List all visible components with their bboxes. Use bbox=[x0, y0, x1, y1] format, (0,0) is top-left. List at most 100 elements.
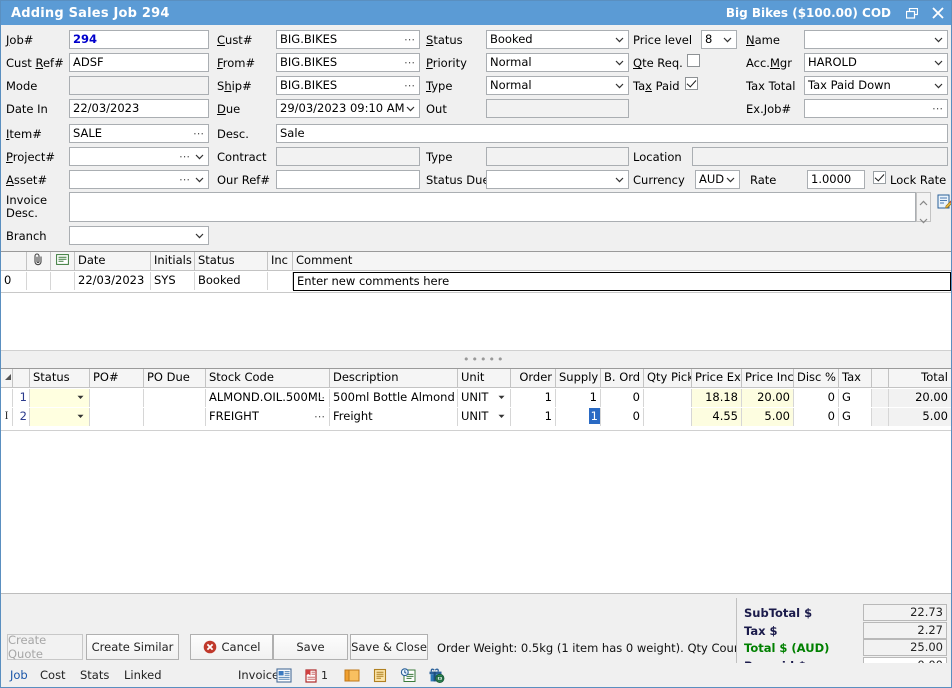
comments-row-comment-input[interactable]: Enter new comments here bbox=[293, 272, 951, 291]
cancel-button[interactable]: Cancel bbox=[190, 634, 273, 660]
items-row-price-ex[interactable]: 4.55 bbox=[692, 408, 742, 426]
items-col-status[interactable]: Status bbox=[30, 369, 90, 387]
ship-number-field[interactable]: BIG.BIKES ⋯ bbox=[276, 76, 420, 95]
edit-note-icon[interactable] bbox=[937, 194, 952, 213]
chevron-down-icon[interactable] bbox=[932, 54, 945, 71]
items-col-disc[interactable]: Disc % bbox=[794, 369, 839, 387]
comments-col-comment[interactable]: Comment bbox=[293, 252, 952, 270]
items-row-price-inc[interactable]: 20.00 bbox=[742, 389, 794, 407]
from-lookup-icon[interactable]: ⋯ bbox=[404, 54, 416, 71]
tab-linked-jobs-quotes[interactable]: Linked Jobs/Quotes bbox=[117, 665, 229, 685]
job-number-field[interactable]: 294 bbox=[69, 30, 209, 49]
items-row-price-inc[interactable]: 5.00 bbox=[742, 408, 794, 426]
due-date-combo[interactable]: 29/03/2023 09:10 AM bbox=[276, 99, 420, 118]
detail-type-field[interactable] bbox=[486, 147, 629, 166]
status-combo[interactable]: Booked bbox=[486, 30, 629, 49]
stock-code-lookup-icon[interactable]: ⋯ bbox=[314, 389, 326, 406]
items-row-supply[interactable]: 1 bbox=[556, 389, 601, 407]
price-level-combo[interactable]: 8 bbox=[701, 30, 737, 49]
items-row-description[interactable]: 500ml Bottle Almond Oil bbox=[330, 389, 458, 407]
splitter-handle-dots[interactable]: ••••• bbox=[463, 353, 505, 366]
items-row-qty-pick[interactable] bbox=[644, 389, 692, 407]
items-row-po[interactable] bbox=[90, 389, 144, 407]
items-col-description[interactable]: Description bbox=[330, 369, 458, 387]
items-col-price-ex[interactable]: Price Ex. bbox=[692, 369, 742, 387]
asset-lookup-icon[interactable]: ⋯ bbox=[179, 171, 191, 188]
project-number-combo[interactable]: ⋯ bbox=[69, 147, 209, 166]
chevron-down-icon[interactable] bbox=[495, 408, 508, 425]
tax-total-combo[interactable]: Tax Paid Down bbox=[804, 76, 948, 95]
location-field[interactable] bbox=[692, 147, 948, 166]
items-row-supply-cell[interactable]: 1 bbox=[556, 408, 601, 426]
tab-stats[interactable]: Stats bbox=[73, 665, 115, 685]
comments-col-status[interactable]: Status bbox=[195, 252, 268, 270]
items-col-supply[interactable]: Supply bbox=[556, 369, 601, 387]
tab-job[interactable]: Job bbox=[3, 665, 31, 685]
tax-paid-checkbox[interactable] bbox=[685, 77, 698, 90]
scroll-up-icon[interactable] bbox=[919, 195, 928, 209]
close-icon[interactable] bbox=[925, 1, 951, 25]
contract-field[interactable] bbox=[276, 147, 420, 166]
items-row-order[interactable]: 1 bbox=[511, 389, 556, 407]
notes-clipboard-icon[interactable] bbox=[367, 664, 393, 686]
items-row-tax[interactable]: G bbox=[839, 408, 872, 426]
select-all-corner-icon[interactable] bbox=[1, 369, 13, 387]
save-button[interactable]: Save bbox=[273, 634, 348, 660]
chevron-down-icon[interactable] bbox=[932, 77, 945, 94]
items-col-qty-pick[interactable]: Qty Pick bbox=[644, 369, 692, 387]
chevron-down-icon[interactable] bbox=[74, 389, 87, 406]
chevron-down-icon[interactable] bbox=[613, 31, 626, 48]
comments-row-initials[interactable]: SYS bbox=[151, 272, 195, 290]
comments-row-note[interactable] bbox=[51, 272, 75, 290]
items-row-po[interactable] bbox=[90, 408, 144, 426]
qte-req-checkbox[interactable] bbox=[687, 54, 700, 67]
date-in-field[interactable]: 22/03/2023 bbox=[69, 99, 209, 118]
ex-job-lookup-icon[interactable]: ⋯ bbox=[932, 100, 944, 117]
save-close-button[interactable]: Save & Close bbox=[350, 634, 428, 660]
project-lookup-icon[interactable]: ⋯ bbox=[179, 148, 191, 165]
items-col-po[interactable]: PO# bbox=[90, 369, 144, 387]
priority-combo[interactable]: Normal bbox=[486, 53, 629, 72]
desc-field[interactable]: Sale bbox=[276, 124, 948, 143]
items-row-status-combo[interactable] bbox=[30, 389, 90, 407]
items-col-price-inc[interactable]: Price Inc. bbox=[742, 369, 794, 387]
items-row-stock-code[interactable]: FREIGHT ⋯ bbox=[206, 408, 330, 426]
chevron-down-icon[interactable] bbox=[74, 408, 87, 425]
lock-rate-checkbox[interactable] bbox=[873, 171, 886, 184]
invoice-desc-textarea[interactable] bbox=[69, 192, 916, 222]
copy-pages-icon[interactable] bbox=[339, 664, 365, 686]
chevron-down-icon[interactable] bbox=[613, 77, 626, 94]
history-document-icon[interactable] bbox=[395, 664, 421, 686]
items-row-unit-combo[interactable]: UNIT bbox=[458, 389, 511, 407]
scroll-down-icon[interactable] bbox=[919, 213, 928, 227]
chevron-down-icon[interactable] bbox=[932, 31, 945, 48]
tab-cost[interactable]: Cost bbox=[33, 665, 71, 685]
report-icon[interactable] bbox=[271, 664, 297, 686]
items-row-disc[interactable]: 0 bbox=[794, 408, 839, 426]
chevron-down-icon[interactable] bbox=[495, 389, 508, 406]
create-similar-button[interactable]: Create Similar bbox=[86, 634, 179, 660]
items-col-po-due[interactable]: PO Due bbox=[144, 369, 206, 387]
payment-gift-icon[interactable] bbox=[423, 664, 449, 686]
acc-mgr-combo[interactable]: HAROLD bbox=[804, 53, 948, 72]
items-col-unit[interactable]: Unit bbox=[458, 369, 511, 387]
items-row-disc[interactable]: 0 bbox=[794, 389, 839, 407]
comments-row-date[interactable]: 22/03/2023 bbox=[75, 272, 151, 290]
items-row-po-due[interactable] bbox=[144, 408, 206, 426]
item-lookup-icon[interactable]: ⋯ bbox=[193, 125, 205, 142]
invoice-desc-scrollbar[interactable] bbox=[916, 192, 931, 222]
chevron-down-icon[interactable] bbox=[193, 171, 206, 188]
chevron-down-icon[interactable] bbox=[193, 227, 206, 244]
items-row-status-combo[interactable] bbox=[30, 408, 90, 426]
stock-code-lookup-icon[interactable]: ⋯ bbox=[314, 408, 326, 425]
items-col-tax[interactable]: Tax bbox=[839, 369, 872, 387]
rate-field[interactable]: 1.0000 bbox=[807, 170, 865, 189]
cust-number-field[interactable]: BIG.BIKES ⋯ bbox=[276, 30, 420, 49]
name-combo[interactable] bbox=[804, 30, 948, 49]
items-row-b-ord[interactable]: 0 bbox=[601, 389, 644, 407]
items-row-stock-code[interactable]: ALMOND.OIL.500ML ⋯ bbox=[206, 389, 330, 407]
branch-combo[interactable] bbox=[69, 226, 209, 245]
items-row-price-ex[interactable]: 18.18 bbox=[692, 389, 742, 407]
items-col-b-ord[interactable]: B. Ord bbox=[601, 369, 644, 387]
chevron-down-icon[interactable] bbox=[193, 148, 206, 165]
